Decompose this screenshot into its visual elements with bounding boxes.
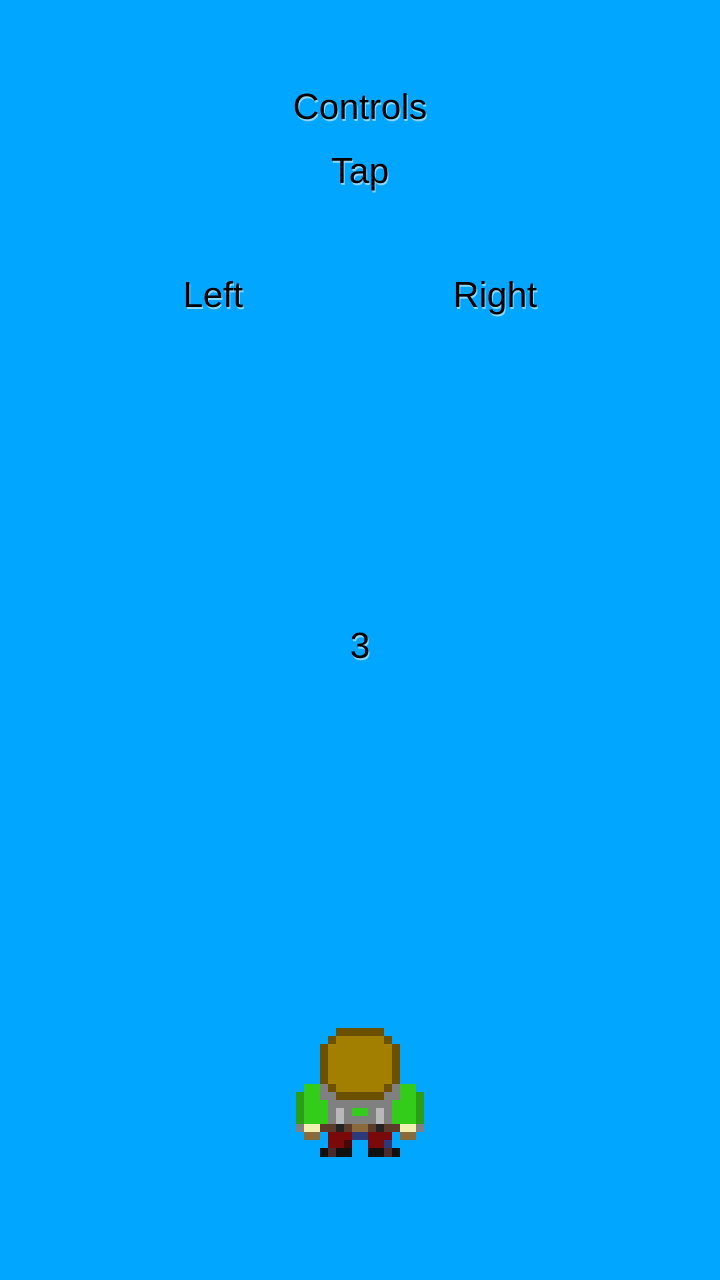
tap-instruction: Tap: [330, 150, 390, 191]
controls-title: Controls: [292, 86, 428, 127]
game-screen: Controls Tap Left Right 3: [0, 0, 720, 1280]
countdown-number: 3: [349, 625, 371, 666]
left-control-label: Left: [182, 274, 244, 315]
right-control-label: Right: [452, 274, 538, 315]
player-character-icon: [296, 1028, 424, 1158]
